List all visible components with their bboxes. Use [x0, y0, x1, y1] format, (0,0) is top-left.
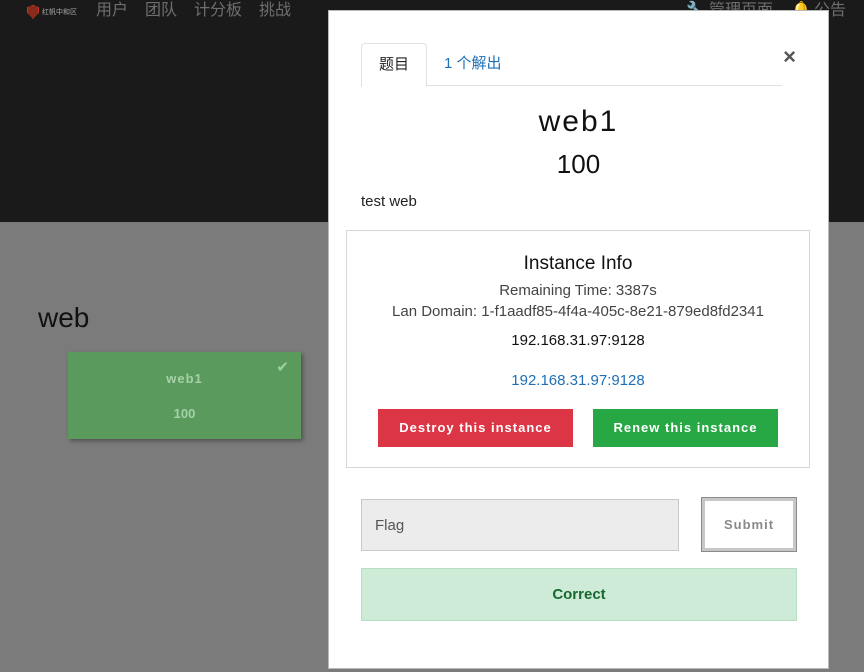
challenge-modal: 题目 1 个解出 × web1 100 test web Instance In…: [328, 10, 829, 669]
renew-instance-button[interactable]: Renew this instance: [593, 409, 778, 447]
instance-link[interactable]: 192.168.31.97:9128: [347, 372, 809, 389]
instance-info-panel: Instance Info Remaining Time: 3387s Lan …: [346, 230, 810, 468]
flag-input[interactable]: [361, 499, 679, 551]
tab-challenge[interactable]: 题目: [361, 43, 427, 87]
site-logo[interactable]: 红帆中和区: [27, 5, 77, 19]
challenge-name: web1: [538, 105, 619, 138]
nav-link-scoreboard[interactable]: 计分板: [194, 0, 242, 22]
nav-link-challenges[interactable]: 挑战: [259, 0, 291, 22]
challenge-value: 100: [556, 149, 601, 179]
tab-solves[interactable]: 1 个解出: [444, 43, 502, 84]
logo-text: 红帆中和区: [42, 9, 77, 16]
challenge-description: test web: [361, 193, 417, 210]
shield-logo-icon: [27, 5, 39, 19]
submit-button[interactable]: Submit: [701, 497, 797, 552]
destroy-instance-button[interactable]: Destroy this instance: [378, 409, 573, 447]
nav-links: 用户 团队 计分板 挑战: [96, 0, 291, 22]
challenge-card-name: web1: [166, 371, 203, 386]
instance-lan-domain: Lan Domain: 1-f1aadf85-4f4a-405c-8e21-87…: [392, 303, 764, 320]
submission-result: Correct: [361, 568, 797, 621]
challenge-card-solved[interactable]: ✔ web1 100: [68, 352, 301, 439]
modal-tabs: 题目 1 个解出: [361, 43, 782, 87]
instance-address: 192.168.31.97:9128: [511, 332, 645, 349]
nav-link-users[interactable]: 用户: [96, 0, 128, 22]
challenge-card-value: 100: [173, 406, 196, 421]
nav-link-teams[interactable]: 团队: [145, 0, 177, 22]
instance-title: Instance Info: [523, 253, 633, 274]
category-title: web: [38, 302, 90, 333]
instance-remaining-time: Remaining Time: 3387s: [499, 282, 657, 299]
close-button[interactable]: ×: [783, 44, 796, 70]
